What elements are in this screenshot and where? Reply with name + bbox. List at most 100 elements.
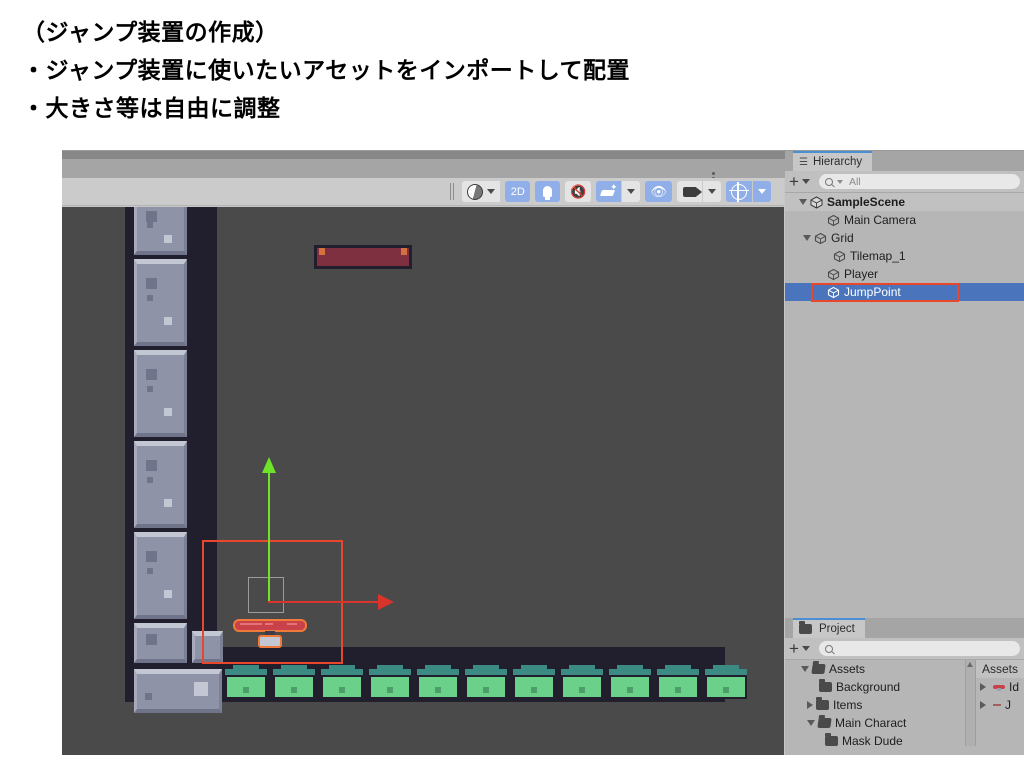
chevron-down-icon bbox=[627, 189, 636, 194]
scene-audio-toggle[interactable]: 🔇 bbox=[565, 181, 592, 202]
folder-icon bbox=[799, 621, 812, 634]
twisty-down-icon[interactable] bbox=[801, 666, 809, 672]
hierarchy-row-label: SampleScene bbox=[827, 195, 906, 209]
hierarchy-add-button[interactable]: + bbox=[789, 173, 799, 190]
gizmo-x-axis-arrow[interactable] bbox=[268, 594, 394, 610]
project-folder-tree[interactable]: Assets Background Items Main Charact Mas… bbox=[785, 660, 965, 746]
project-content-item[interactable]: Id bbox=[976, 678, 1024, 696]
twisty-right-icon[interactable] bbox=[980, 701, 986, 709]
hierarchy-row-tilemap-1[interactable]: Tilemap_1 bbox=[785, 247, 1024, 265]
hierarchy-row-samplescene[interactable]: SampleScene bbox=[785, 193, 1024, 211]
project-row-label: Assets bbox=[829, 662, 866, 676]
ground-tile bbox=[561, 665, 603, 699]
tab-hierarchy-label: Hierarchy bbox=[812, 156, 863, 168]
jump-pad-base bbox=[258, 635, 282, 648]
project-add-button[interactable]: + bbox=[789, 640, 799, 657]
project-content-breadcrumb: Assets bbox=[976, 660, 1024, 678]
project-row-assets[interactable]: Assets bbox=[785, 660, 965, 678]
hierarchy-row-label: Player bbox=[844, 267, 879, 281]
scene-lighting-toggle[interactable] bbox=[535, 181, 561, 202]
toolbar-divider bbox=[448, 183, 457, 200]
hierarchy-row-jumppoint[interactable]: JumpPoint bbox=[785, 283, 1024, 301]
hierarchy-row-label: Tilemap_1 bbox=[850, 249, 906, 263]
hierarchy-tree[interactable]: SampleScene Main Camera Grid Tilemap_1 P… bbox=[785, 193, 1024, 313]
twisty-right-icon[interactable] bbox=[980, 683, 986, 691]
folder-open-icon bbox=[811, 664, 826, 674]
project-row-background[interactable]: Background bbox=[785, 678, 965, 696]
gizmo-center-handle[interactable] bbox=[248, 577, 284, 613]
gizmo-y-axis-arrow[interactable] bbox=[262, 457, 276, 601]
ground-tile bbox=[705, 665, 747, 699]
chevron-down-icon bbox=[836, 179, 843, 184]
scene-camera-dropdown[interactable] bbox=[703, 181, 721, 202]
stone-tile bbox=[134, 207, 187, 255]
project-tab-bar: Project bbox=[785, 618, 1024, 638]
camera-icon bbox=[682, 186, 702, 197]
level-left-margin bbox=[62, 207, 125, 755]
hierarchy-tab-bar: ☰ Hierarchy bbox=[785, 151, 1024, 171]
gizmos-toggle[interactable] bbox=[726, 181, 752, 202]
project-content-pane[interactable]: Assets Id J bbox=[975, 660, 1024, 746]
tab-project[interactable]: Project bbox=[793, 618, 865, 638]
twisty-down-icon[interactable] bbox=[803, 235, 811, 241]
project-row-main-characters[interactable]: Main Charact bbox=[785, 714, 965, 732]
project-content-item-label: Id bbox=[1009, 680, 1020, 694]
chevron-down-icon bbox=[758, 189, 766, 194]
chevron-down-icon[interactable] bbox=[801, 646, 810, 651]
project-row-label: Main Charact bbox=[835, 716, 907, 730]
ground-tile bbox=[225, 665, 267, 699]
project-body: Assets Background Items Main Charact Mas… bbox=[785, 660, 1024, 746]
project-content-item[interactable]: J bbox=[976, 696, 1024, 714]
slide-line-3: ・大きさ等は自由に調整 bbox=[22, 96, 281, 122]
twisty-down-icon[interactable] bbox=[799, 199, 807, 205]
twisty-right-icon[interactable] bbox=[807, 701, 813, 709]
folder-icon bbox=[825, 733, 838, 746]
project-content-item-label: J bbox=[1005, 698, 1011, 712]
stone-tile bbox=[134, 623, 187, 663]
scene-effects-dropdown[interactable] bbox=[622, 181, 641, 202]
project-row-label: Mask Dude bbox=[842, 734, 903, 746]
scroll-up-arrow-icon[interactable] bbox=[967, 662, 973, 667]
toggle-2d-button[interactable]: 2D bbox=[505, 181, 531, 202]
hierarchy-row-main-camera[interactable]: Main Camera bbox=[785, 211, 1024, 229]
project-row-items[interactable]: Items bbox=[785, 696, 965, 714]
project-search-input[interactable] bbox=[818, 641, 1020, 656]
hierarchy-toolbar: + All bbox=[785, 171, 1024, 193]
project-row-mask-dude[interactable]: Mask Dude bbox=[785, 732, 965, 746]
ground-tile bbox=[513, 665, 555, 699]
dash-icon bbox=[993, 704, 1001, 706]
scene-view-toolbar: 2D 🔇 👁 bbox=[62, 178, 784, 206]
gizmos-dropdown[interactable] bbox=[753, 181, 771, 202]
scene-camera-button[interactable] bbox=[677, 181, 702, 202]
speaker-mute-icon: 🔇 bbox=[570, 183, 587, 199]
gameobject-icon bbox=[827, 268, 840, 281]
chevron-down-icon[interactable] bbox=[801, 179, 810, 184]
hierarchy-row-grid[interactable]: Grid bbox=[785, 229, 1024, 247]
chevron-down-icon bbox=[487, 189, 496, 194]
hierarchy-search-input[interactable]: All bbox=[818, 174, 1020, 189]
gizmo-icon bbox=[729, 181, 749, 202]
hierarchy-row-player[interactable]: Player bbox=[785, 265, 1024, 283]
gameobject-icon bbox=[827, 286, 840, 299]
project-tree-scrollbar[interactable] bbox=[965, 660, 975, 746]
twisty-down-icon[interactable] bbox=[807, 720, 815, 726]
hidden-objects-toggle[interactable]: 👁 bbox=[645, 181, 672, 202]
hierarchy-row-label: Grid bbox=[831, 231, 854, 245]
shaded-sphere-icon bbox=[467, 183, 484, 200]
slide-line-2: ・ジャンプ装置に使いたいアセットをインポートして配置 bbox=[22, 58, 631, 84]
ground-tile bbox=[273, 665, 315, 699]
gameobject-icon bbox=[814, 232, 827, 245]
trampoline-icon bbox=[993, 685, 1005, 691]
chevron-down-icon bbox=[708, 189, 716, 194]
shading-mode-button[interactable] bbox=[462, 181, 501, 202]
red-platform bbox=[314, 245, 412, 269]
tab-hierarchy[interactable]: ☰ Hierarchy bbox=[793, 151, 873, 171]
gameobject-icon bbox=[827, 214, 840, 227]
scene-effects-button[interactable] bbox=[596, 181, 622, 202]
scene-viewport[interactable] bbox=[62, 207, 784, 755]
eye-slash-icon: 👁 bbox=[650, 183, 667, 199]
lightbulb-icon bbox=[543, 186, 553, 200]
stone-block-large bbox=[134, 669, 222, 713]
